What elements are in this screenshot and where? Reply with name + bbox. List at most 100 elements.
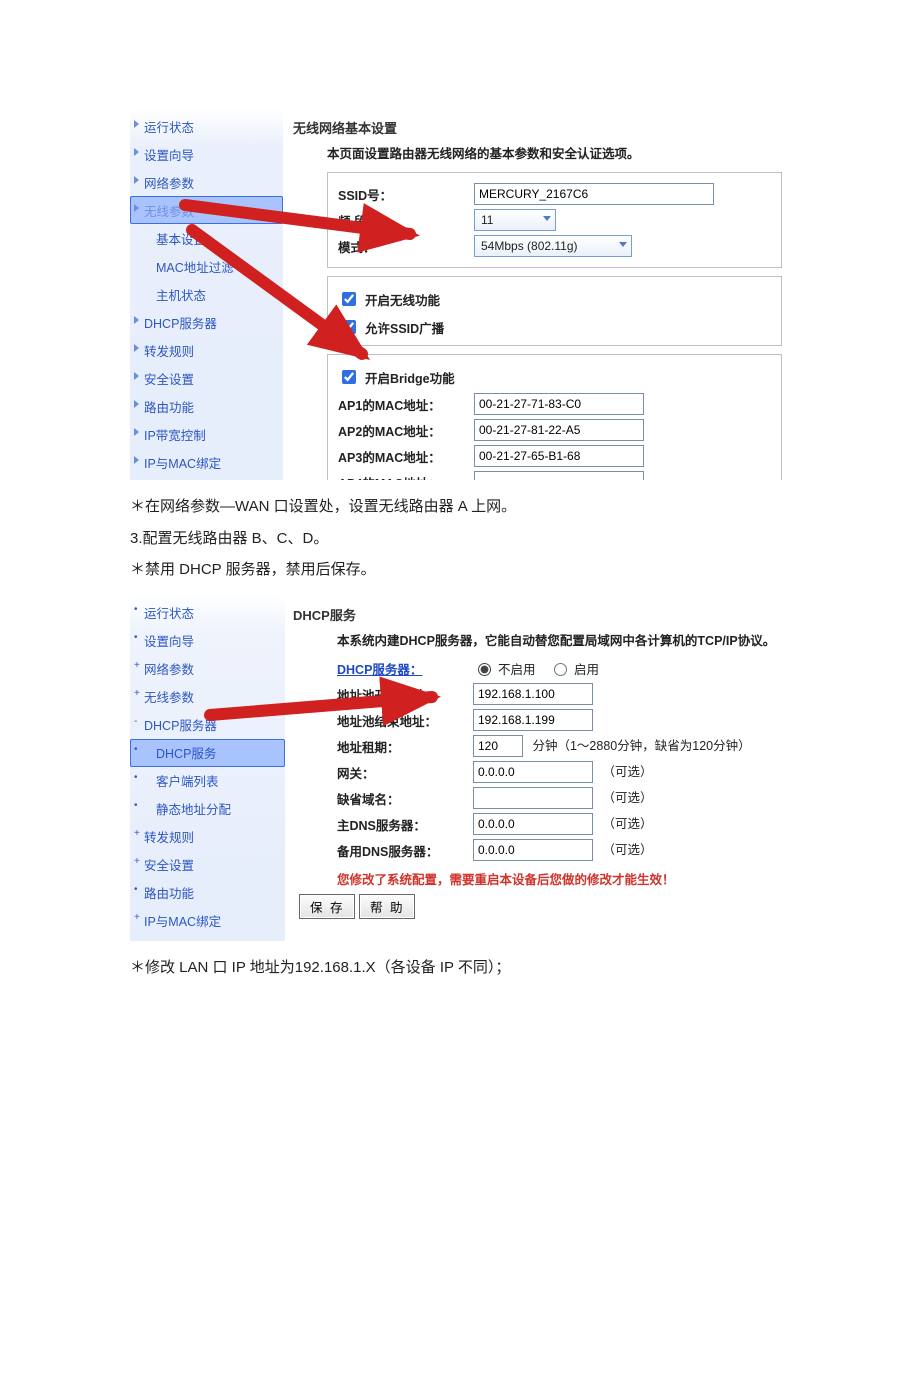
sidebar-item-label: MAC地址过滤 (156, 261, 234, 275)
lease-note: 分钟（1～2880分钟，缺省为120分钟） (532, 739, 750, 753)
ap4-input[interactable] (474, 471, 644, 480)
sidebar-item[interactable]: 无线参数 (130, 196, 283, 224)
sidebar-item[interactable]: 网络参数 (130, 168, 283, 196)
sidebar-item[interactable]: 转发规则 (130, 336, 283, 364)
sidebar-item[interactable]: 主机状态 (130, 280, 283, 308)
optional-note: （可选） (602, 843, 652, 857)
note-lan-ip: ＊修改 LAN 口 IP 地址为192.168.1.X（各设备 IP 不同）； (130, 955, 790, 981)
ap1-label: AP1的MAC地址： (338, 395, 468, 414)
dhcp-off-radio[interactable]: 不启用 (473, 659, 536, 678)
bullet-icon: • (134, 745, 144, 755)
sidebar-item[interactable]: 运行状态 (130, 112, 283, 140)
panel-description: 本系统内建DHCP服务器，它能自动替您配置局域网中各计算机的TCP/IP协议。 (337, 630, 782, 649)
triangle-icon (134, 120, 139, 128)
sidebar-item[interactable]: •客户端列表 (130, 767, 285, 795)
sidebar-item-label: 安全设置 (144, 859, 194, 873)
sidebar-item-label: 运行状态 (144, 607, 194, 621)
sidebar-item[interactable]: +网络参数 (130, 655, 285, 683)
triangle-icon (134, 148, 139, 156)
sidebar-item-label: IP与MAC绑定 (144, 915, 221, 929)
sidebar-item-label: 运行状态 (144, 121, 194, 135)
sidebar-item-label: 无线参数 (144, 691, 194, 705)
sidebar-item[interactable]: +IP与MAC绑定 (130, 907, 285, 935)
wireless-panel: 无线网络基本设置 本页面设置路由器无线网络的基本参数和安全认证选项。 SSID号… (285, 110, 790, 480)
lease-input[interactable] (473, 735, 523, 757)
sidebar-item[interactable]: +安全设置 (130, 851, 285, 879)
sidebar-item-label: 设置向导 (144, 635, 194, 649)
dns1-input[interactable] (473, 813, 593, 835)
dhcp-on-radio[interactable]: 启用 (549, 659, 599, 678)
channel-select[interactable]: 11 (474, 209, 556, 231)
ssid-input[interactable] (474, 183, 714, 205)
sidebar-item[interactable]: +无线参数 (130, 683, 285, 711)
wireless-settings-ui: 运行状态设置向导网络参数无线参数基本设置 MAC地址过滤主机状态 DHCP服务器转发… (130, 110, 790, 480)
ap4-label: AP4的MAC地址： (338, 473, 468, 481)
sidebar-item[interactable]: MAC地址过滤 (130, 252, 283, 280)
sidebar-item[interactable]: •路由功能 (130, 879, 285, 907)
sidebar-item-label: DHCP服务 (156, 747, 216, 761)
sidebar-item[interactable]: IP带宽控制 (130, 420, 283, 448)
sidebar-item[interactable]: • 静态地址分配 (130, 795, 285, 823)
minus-icon: - (134, 717, 144, 727)
sidebar: 运行状态设置向导网络参数无线参数基本设置 MAC地址过滤主机状态 DHCP服务器转发… (130, 110, 285, 480)
bridge-group: 开启Bridge功能 AP1的MAC地址： AP2的MAC地址： AP3的MAC… (327, 354, 782, 480)
pool-end-input[interactable] (473, 709, 593, 731)
sidebar-item[interactable]: •设置向导 (130, 627, 285, 655)
enable-bridge-box[interactable] (342, 370, 356, 384)
sidebar-item[interactable]: DHCP服务器 (130, 308, 283, 336)
triangle-icon (134, 316, 139, 324)
enable-bridge-checkbox[interactable]: 开启Bridge功能 (338, 367, 455, 387)
gateway-input[interactable] (473, 761, 593, 783)
sidebar-item-label: 无线参数 (144, 205, 194, 219)
pool-end-label: 地址池结束地址： (337, 711, 467, 730)
sidebar-item[interactable]: +转发规则 (130, 823, 285, 851)
optional-note: （可选） (602, 791, 652, 805)
sidebar-item-label: 设置向导 (144, 149, 194, 163)
broadcast-ssid-box[interactable] (342, 320, 356, 334)
note-wan: ＊在网络参数—WAN 口设置处，设置无线路由器 A 上网。 (130, 494, 790, 520)
sidebar-item[interactable]: IP与MAC绑定 (130, 448, 283, 476)
help-button[interactable]: 帮 助 (359, 894, 415, 919)
sidebar-item[interactable]: 安全设置 (130, 364, 283, 392)
ap1-input[interactable] (474, 393, 644, 415)
sidebar-item[interactable]: -DHCP服务器 (130, 711, 285, 739)
mode-label: 模式： (338, 237, 468, 256)
panel-title: 无线网络基本设置 (293, 118, 782, 137)
enable-wifi-checkbox[interactable]: 开启无线功能 (338, 289, 440, 309)
sidebar-item[interactable]: 基本设置 (130, 224, 283, 252)
save-button[interactable]: 保 存 (299, 894, 355, 919)
bullet-icon: • (134, 801, 144, 811)
dhcp-settings-ui: •运行状态•设置向导+网络参数+无线参数-DHCP服务器•DHCP服务•客户端列… (130, 597, 790, 941)
optional-note: （可选） (602, 817, 652, 831)
sidebar-item-label: 转发规则 (144, 831, 194, 845)
optional-note: （可选） (602, 765, 652, 779)
dns2-input[interactable] (473, 839, 593, 861)
ap3-label: AP3的MAC地址： (338, 447, 468, 466)
sidebar-item[interactable]: 动态DNS (130, 476, 283, 480)
gateway-label: 网关： (337, 763, 467, 782)
domain-input[interactable] (473, 787, 593, 809)
sidebar-item-label: 静态地址分配 (156, 803, 231, 817)
note-dhcp: ＊禁用 DHCP 服务器，禁用后保存。 (130, 557, 790, 583)
dns1-label: 主DNS服务器： (337, 815, 467, 834)
step-3: 3.配置无线路由器 B、C、D。 (130, 526, 790, 552)
sidebar-item[interactable]: • DHCP服务 (130, 739, 285, 767)
sidebar-item[interactable]: •动态DNS (130, 935, 285, 941)
sidebar-item-label: 基本设置 (156, 233, 206, 247)
sidebar-item-label: 主机状态 (156, 289, 206, 303)
mode-select[interactable]: 54Mbps (802.11g) (474, 235, 632, 257)
triangle-icon (134, 372, 139, 380)
restart-warning: 您修改了系统配置，需要重启本设备后您做的修改才能生效！ (337, 869, 782, 888)
panel-title: DHCP服务 (293, 605, 782, 624)
sidebar-item[interactable]: 设置向导 (130, 140, 283, 168)
plus-icon: + (134, 661, 144, 671)
triangle-icon (134, 428, 139, 436)
ap2-input[interactable] (474, 419, 644, 441)
sidebar-item[interactable]: 路由功能 (130, 392, 283, 420)
pool-start-input[interactable] (473, 683, 593, 705)
enable-wifi-box[interactable] (342, 292, 356, 306)
ap3-input[interactable] (474, 445, 644, 467)
broadcast-ssid-checkbox[interactable]: 允许SSID广播 (338, 317, 444, 337)
sidebar-item-label: 网络参数 (144, 177, 194, 191)
sidebar-item[interactable]: •运行状态 (130, 599, 285, 627)
